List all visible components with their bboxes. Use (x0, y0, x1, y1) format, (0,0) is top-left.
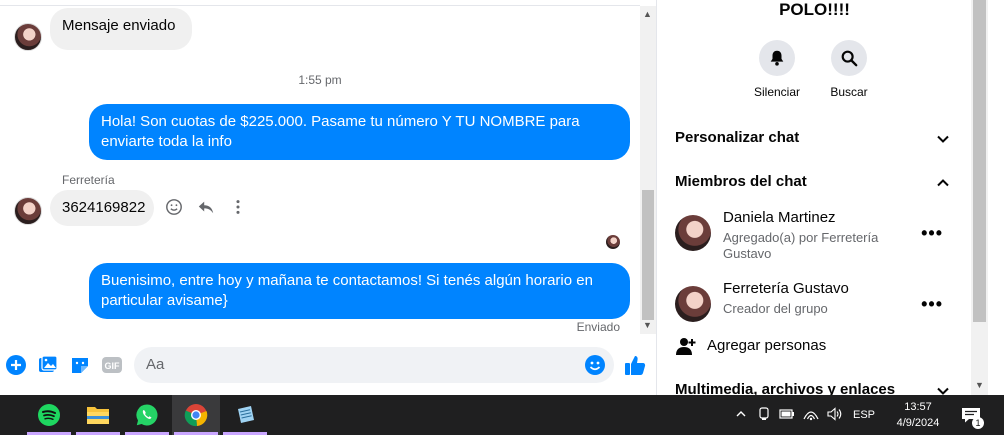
chevron-down-icon[interactable] (935, 383, 951, 395)
message-composer: GIF Aa (0, 346, 656, 386)
gif-icon[interactable]: GIF (101, 354, 123, 376)
system-tray: ESP (735, 395, 875, 435)
chrome-icon[interactable] (172, 395, 220, 435)
add-people-label: Agregar personas (707, 337, 827, 354)
mute-label: Silenciar (753, 85, 801, 99)
task-view-icon[interactable] (0, 395, 8, 435)
gif-label: GIF (105, 361, 121, 371)
chat-pane: Mensaje enviado 1:55 pm Hola! Son cuotas… (0, 0, 640, 395)
sender-avatar[interactable] (14, 197, 42, 225)
chevron-down-icon[interactable] (935, 131, 951, 147)
search-button[interactable]: Buscar (819, 40, 879, 99)
clock[interactable]: 13:57 4/9/2024 (888, 399, 948, 431)
customize-chat-section[interactable]: Personalizar chat (675, 129, 955, 146)
member-avatar (675, 215, 711, 251)
chevron-up-icon[interactable] (935, 175, 951, 191)
member-subtitle: Agregado(a) por Ferretería Gustavo (723, 230, 879, 261)
chat-scrollbar[interactable]: ▲ ▼ (640, 6, 656, 334)
volume-icon[interactable] (827, 406, 843, 424)
sticker-icon[interactable] (69, 354, 91, 376)
message-input[interactable]: Aa (134, 347, 614, 383)
whatsapp-icon[interactable] (123, 395, 171, 435)
customize-chat-label: Personalizar chat (675, 129, 800, 146)
scroll-thumb[interactable] (642, 190, 654, 320)
notifications-icon[interactable]: 1 (961, 395, 985, 435)
scroll-thumb[interactable] (973, 0, 986, 322)
clock-time: 13:57 (904, 401, 932, 413)
message-bubble-incoming[interactable]: Mensaje enviado (50, 8, 192, 50)
chat-members-section[interactable]: Miembros del chat (675, 173, 955, 190)
message-bubble-incoming[interactable]: 3624169822 (50, 190, 154, 226)
member-name: Ferretería Gustavo (723, 280, 849, 297)
message-actions (164, 197, 248, 217)
reply-icon[interactable] (196, 197, 216, 217)
member-name: Daniela Martinez (723, 209, 836, 226)
member-subtitle: Creador del grupo (723, 301, 828, 316)
time-separator: 1:55 pm (298, 73, 342, 87)
notification-badge: 1 (972, 417, 984, 429)
wifi-icon[interactable] (803, 407, 819, 424)
member-avatar (675, 286, 711, 322)
group-title: POLO!!!! (779, 0, 850, 19)
add-person-icon (676, 338, 696, 355)
member-row[interactable]: Daniela Martinez Agregado(a) por Ferrete… (675, 209, 965, 265)
member-options-icon[interactable]: ••• (921, 294, 943, 315)
clock-date: 4/9/2024 (896, 417, 940, 429)
chat-info-panel: POLO!!!! Silenciar Buscar Personalizar c… (656, 0, 971, 395)
like-icon[interactable] (622, 352, 648, 378)
photo-icon[interactable] (37, 354, 59, 376)
screen: Mensaje enviado 1:55 pm Hola! Son cuotas… (0, 0, 1004, 435)
sender-avatar[interactable] (14, 23, 42, 51)
mute-button[interactable]: Silenciar (747, 40, 807, 99)
member-options-icon[interactable]: ••• (921, 223, 943, 244)
chat-divider (0, 0, 640, 6)
file-explorer-icon[interactable] (74, 395, 122, 435)
scroll-down-arrow-icon[interactable]: ▼ (643, 320, 652, 330)
seen-avatar (606, 235, 620, 249)
notepad-icon[interactable] (221, 395, 269, 435)
emoji-icon[interactable] (584, 354, 606, 376)
bell-icon (759, 40, 795, 76)
search-icon (831, 40, 867, 76)
react-emoji-icon[interactable] (164, 197, 184, 217)
chat-members-label: Miembros del chat (675, 173, 807, 190)
scroll-down-arrow-icon[interactable]: ▼ (975, 380, 984, 390)
add-people-button[interactable]: Agregar personas (675, 336, 965, 358)
media-files-label: Multimedia, archivos y enlaces (675, 381, 896, 395)
windows-taskbar: ESP 13:57 4/9/2024 1 (0, 395, 1004, 435)
message-status: Enviado (576, 320, 620, 334)
media-files-section[interactable]: Multimedia, archivos y enlaces (675, 381, 955, 395)
spotify-icon[interactable] (25, 395, 73, 435)
search-label: Buscar (830, 85, 868, 99)
message-bubble-outgoing[interactable]: Buenisimo, entre hoy y mañana te contact… (89, 263, 630, 319)
more-options-icon[interactable] (228, 197, 248, 217)
add-plus-icon[interactable] (5, 354, 27, 376)
language-indicator[interactable]: ESP (853, 409, 875, 421)
member-row[interactable]: Ferretería Gustavo Creador del grupo ••• (675, 280, 965, 336)
scroll-up-arrow-icon[interactable]: ▲ (643, 9, 652, 19)
info-scrollbar[interactable]: ▼ (971, 0, 988, 395)
device-icon[interactable] (757, 406, 771, 424)
battery-icon[interactable] (779, 408, 795, 423)
sender-name: Ferretería (62, 173, 115, 187)
chevron-up-icon[interactable] (735, 408, 747, 423)
message-bubble-outgoing[interactable]: Hola! Son cuotas de $225.000. Pasame tu … (89, 104, 630, 160)
